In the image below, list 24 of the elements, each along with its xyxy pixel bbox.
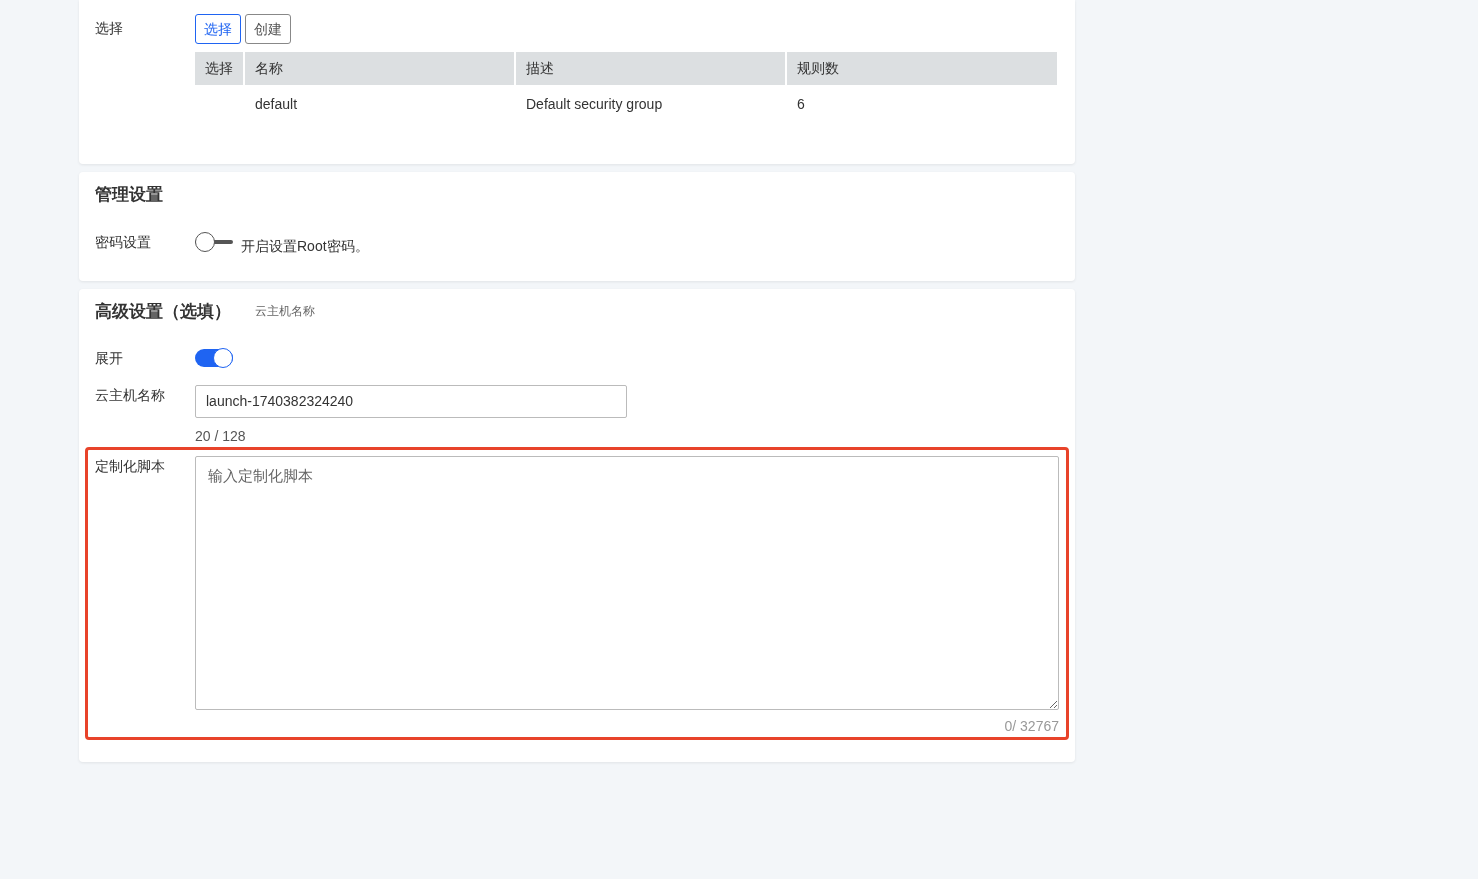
option-button[interactable]: 选择 [195,14,241,44]
table-cell-text: 6 [796,95,806,114]
field-label: 展开 [95,349,124,368]
field-label: 定制化脚本 [95,457,166,476]
toggle-switch[interactable] [195,231,233,252]
column-header: 描述 [516,52,787,85]
section-subtitle: 云主机名称 [255,303,315,321]
char-counter: 20 / 128 [195,427,247,446]
input-field[interactable]: launch-1740382324240 [195,385,627,418]
script-textarea[interactable]: 输入定制化脚本 [195,456,1059,710]
column-header: 规则数 [787,52,1059,85]
option-button[interactable]: 创建 [245,14,291,44]
toggle-description: 开启设置Root密码。 [241,236,369,256]
char-counter: 0/ 32767 [1004,718,1059,734]
field-label: 密码设置 [95,232,152,252]
toggle-switch[interactable] [195,348,233,368]
field-label: 云主机名称 [95,386,166,405]
section-title: 高级设置（选填） [95,300,231,323]
column-header: 名称 [245,52,516,85]
table-cell-text: Default security group [525,95,664,114]
table-cell-text: default [254,95,299,114]
field-label: 选择 [95,19,124,38]
section-title: 管理设置 [95,184,164,206]
column-header: 选择 [195,52,245,85]
